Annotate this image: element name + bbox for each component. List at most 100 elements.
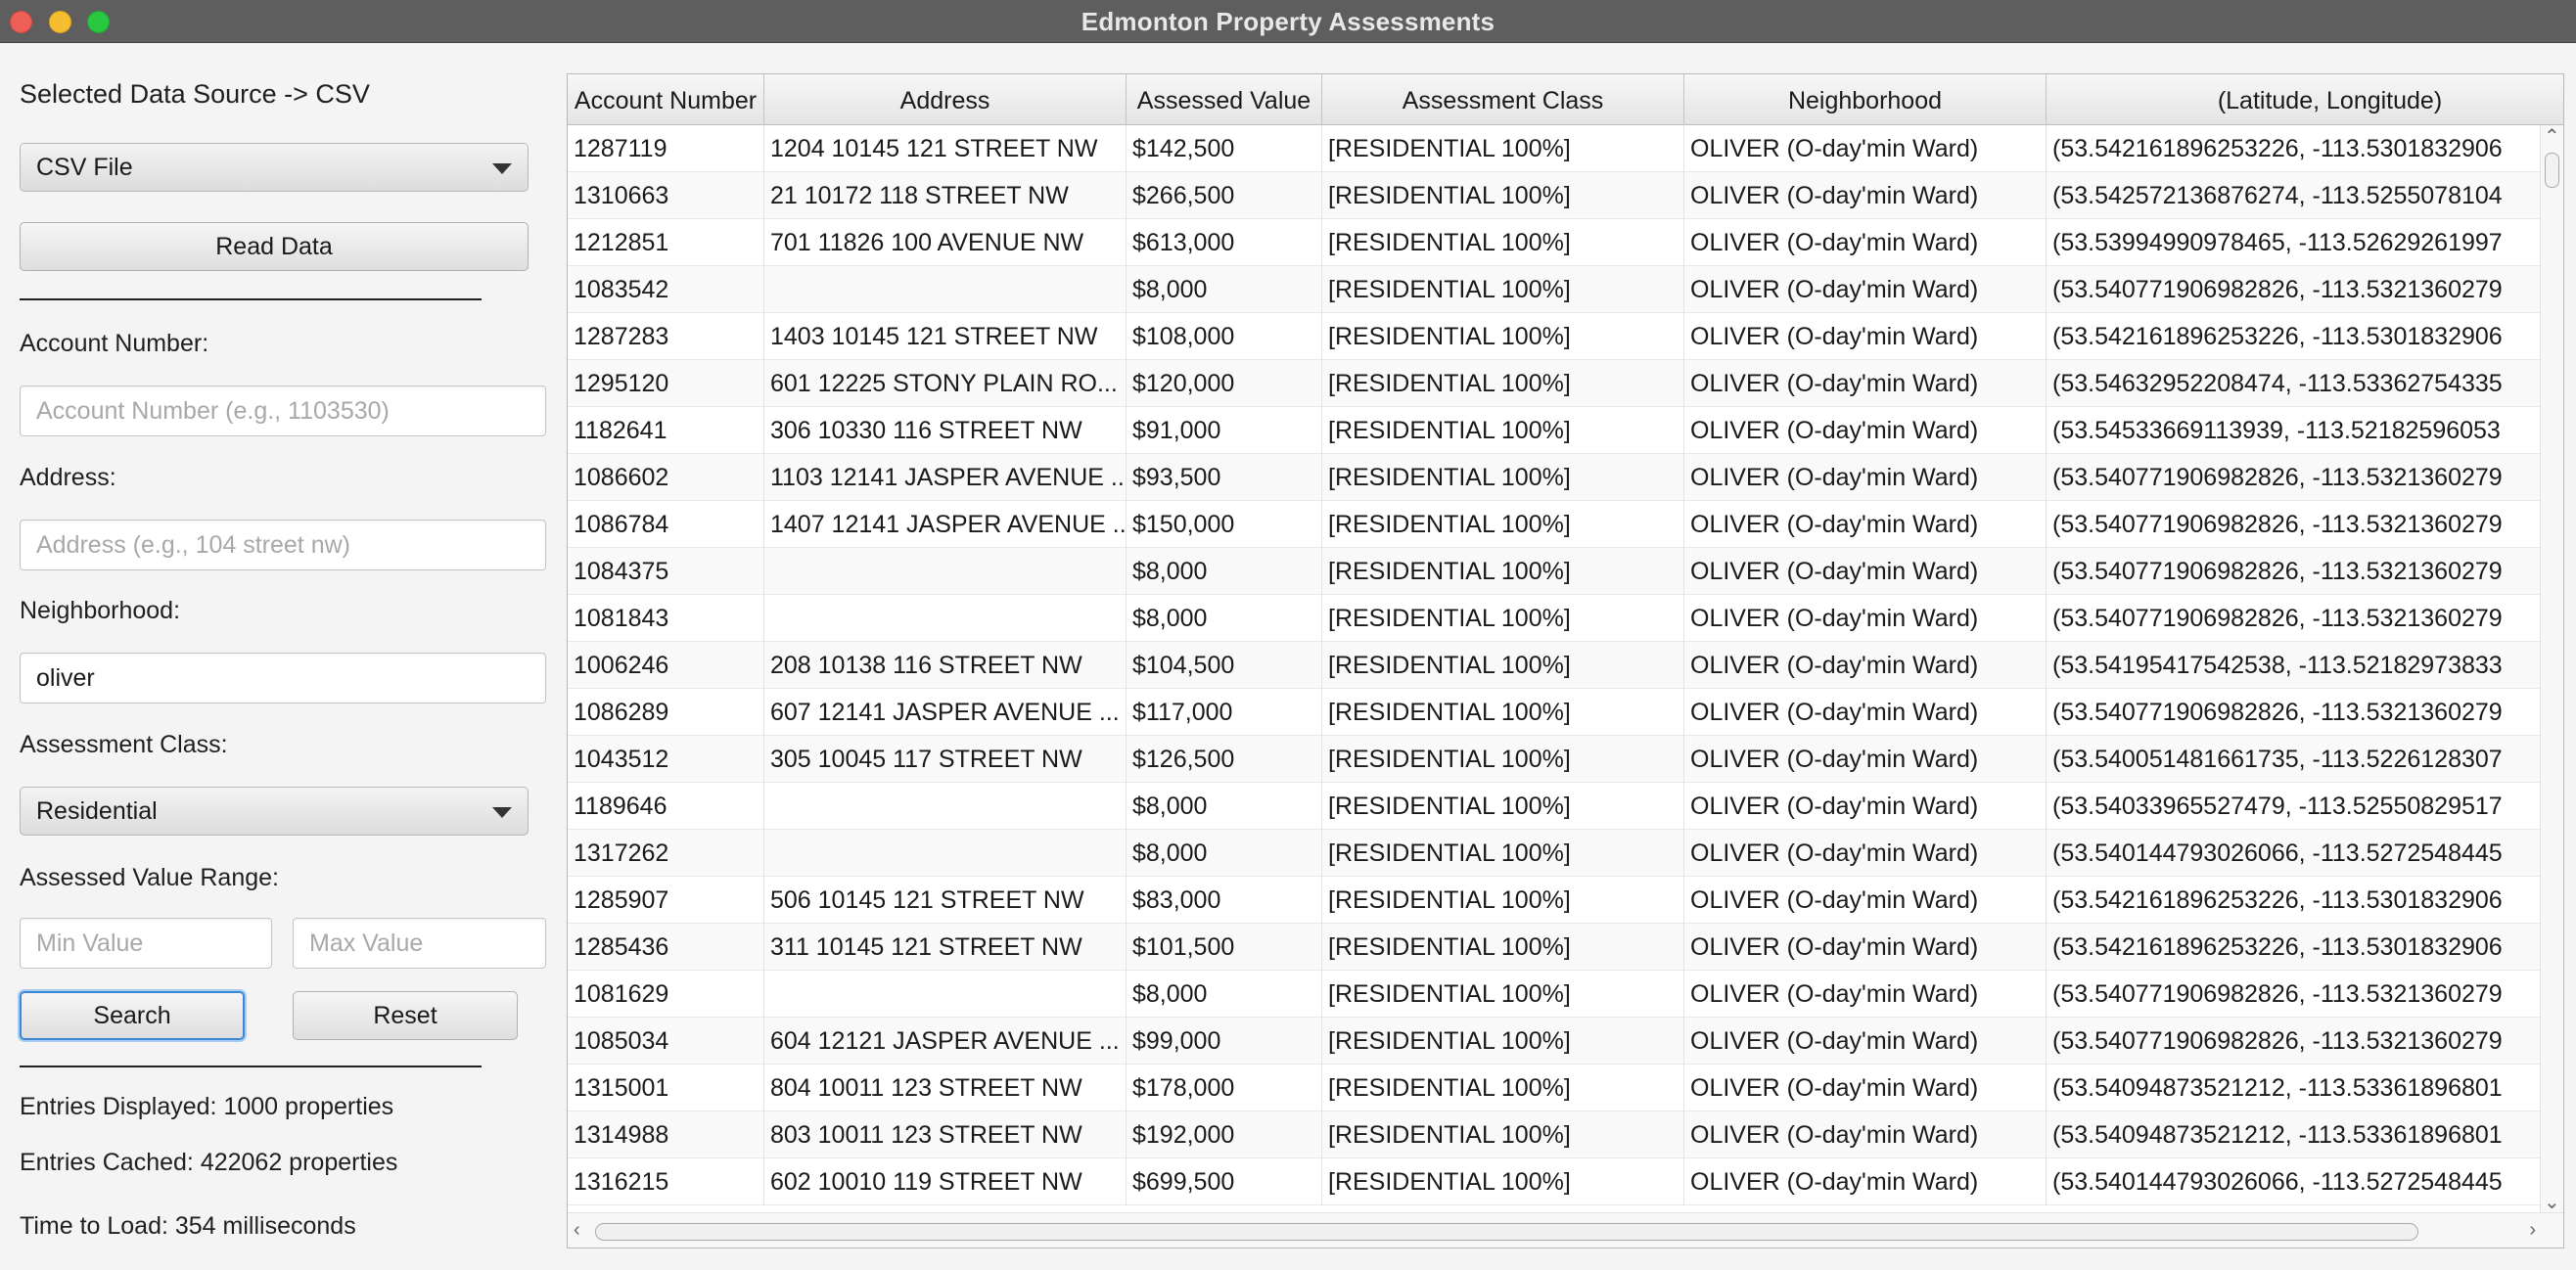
cell-assessed-value: $117,000: [1127, 689, 1322, 736]
assessment-class-select[interactable]: Residential: [20, 787, 529, 836]
cell-latitude-longitude: (53.542161896253226, -113.5301832906: [2047, 924, 2563, 971]
table-row[interactable]: 1189646 $8,000 [RESIDENTIAL 100%] OLIVER (O…: [568, 783, 2563, 830]
cell-latitude-longitude: (53.540771906982826, -113.5321360279: [2047, 1018, 2563, 1065]
vertical-scroll-thumb[interactable]: [2545, 153, 2559, 188]
table-row[interactable]: 1081629 $8,000 [RESIDENTIAL 100%] OLIVER (O…: [568, 971, 2563, 1018]
vertical-scrollbar[interactable]: ⌃ ⌄: [2540, 125, 2563, 1212]
cell-account-number: 1287119: [568, 125, 764, 172]
cell-neighborhood: OLIVER (O-day'min Ward): [1684, 689, 2047, 736]
scroll-down-arrow-icon[interactable]: ⌄: [2544, 1193, 2560, 1212]
cell-neighborhood: OLIVER (O-day'min Ward): [1684, 642, 2047, 689]
data-source-select[interactable]: CSV File: [20, 143, 529, 192]
table-row[interactable]: 1212851 701 11826 100 AVENUE NW $613,000 [R…: [568, 219, 2563, 266]
cell-assessed-value: $150,000: [1127, 501, 1322, 548]
cell-address: [764, 595, 1127, 642]
cell-neighborhood: OLIVER (O-day'min Ward): [1684, 313, 2047, 360]
cell-latitude-longitude: (53.54094873521212, -113.53361896801: [2047, 1111, 2563, 1158]
table-row[interactable]: 1085034 604 12121 JASPER AVENUE ... $99,00…: [568, 1018, 2563, 1065]
neighborhood-input[interactable]: oliver: [20, 653, 546, 703]
table-row[interactable]: 1295120 601 12225 STONY PLAIN RO... $120,0…: [568, 360, 2563, 407]
cell-assessment-class: [RESIDENTIAL 100%]: [1322, 125, 1684, 172]
table-row[interactable]: 1081843 $8,000 [RESIDENTIAL 100%] OLIVER (O…: [568, 595, 2563, 642]
table-row[interactable]: 1317262 $8,000 [RESIDENTIAL 100%] OLIVER (O…: [568, 830, 2563, 877]
cell-neighborhood: OLIVER (O-day'min Ward): [1684, 1111, 2047, 1158]
cell-assessment-class: [RESIDENTIAL 100%]: [1322, 642, 1684, 689]
cell-address: 804 10011 123 STREET NW: [764, 1065, 1127, 1111]
cell-assessment-class: [RESIDENTIAL 100%]: [1322, 454, 1684, 501]
cell-assessed-value: $108,000: [1127, 313, 1322, 360]
table-row[interactable]: 1315001 804 10011 123 STREET NW $178,000 [R…: [568, 1065, 2563, 1111]
column-header-assessed-value[interactable]: Assessed Value: [1127, 74, 1322, 125]
horizontal-scroll-thumb[interactable]: [595, 1223, 2418, 1241]
cell-latitude-longitude: (53.540771906982826, -113.5321360279: [2047, 266, 2563, 313]
column-header-address[interactable]: Address: [764, 74, 1127, 125]
cell-latitude-longitude: (53.540771906982826, -113.5321360279: [2047, 548, 2563, 595]
cell-address: [764, 783, 1127, 830]
cell-neighborhood: OLIVER (O-day'min Ward): [1684, 172, 2047, 219]
cell-assessed-value: $83,000: [1127, 877, 1322, 924]
address-label: Address:: [20, 464, 116, 491]
max-value-input[interactable]: Max Value: [293, 918, 546, 969]
cell-account-number: 1310663: [568, 172, 764, 219]
horizontal-scrollbar[interactable]: ‹ ›: [568, 1212, 2563, 1247]
cell-neighborhood: OLIVER (O-day'min Ward): [1684, 454, 2047, 501]
column-header-neighborhood[interactable]: Neighborhood: [1684, 74, 2047, 125]
cell-neighborhood: OLIVER (O-day'min Ward): [1684, 924, 2047, 971]
table-row[interactable]: 1043512 305 10045 117 STREET NW $126,500 [R…: [568, 736, 2563, 783]
table-row[interactable]: 1086602 1103 12141 JASPER AVENUE ... $93,5…: [568, 454, 2563, 501]
cell-address: 1103 12141 JASPER AVENUE ...: [764, 454, 1127, 501]
entries-cached-text: Entries Cached: 422062 properties: [20, 1149, 398, 1176]
column-header-account-number[interactable]: Account Number: [568, 74, 764, 125]
cell-neighborhood: OLIVER (O-day'min Ward): [1684, 548, 2047, 595]
column-header-assessment-class[interactable]: Assessment Class: [1322, 74, 1684, 125]
cell-latitude-longitude: (53.54094873521212, -113.53361896801: [2047, 1065, 2563, 1111]
scroll-up-arrow-icon[interactable]: ⌃: [2544, 127, 2560, 147]
cell-address: 601 12225 STONY PLAIN RO...: [764, 360, 1127, 407]
cell-assessment-class: [RESIDENTIAL 100%]: [1322, 1111, 1684, 1158]
cell-account-number: 1083542: [568, 266, 764, 313]
cell-latitude-longitude: (53.540771906982826, -113.5321360279: [2047, 454, 2563, 501]
search-button[interactable]: Search: [20, 991, 245, 1040]
cell-assessed-value: $8,000: [1127, 830, 1322, 877]
cell-account-number: 1295120: [568, 360, 764, 407]
cell-neighborhood: OLIVER (O-day'min Ward): [1684, 877, 2047, 924]
table-row[interactable]: 1287119 1204 10145 121 STREET NW $142,500[…: [568, 125, 2563, 172]
address-input[interactable]: Address (e.g., 104 street nw): [20, 520, 546, 570]
table-row[interactable]: 1086784 1407 12141 JASPER AVENUE ... $150,…: [568, 501, 2563, 548]
scroll-left-arrow-icon[interactable]: ‹: [574, 1220, 580, 1240]
cell-latitude-longitude: (53.54533669113939, -113.52182596053: [2047, 407, 2563, 454]
table-row[interactable]: 1285907 506 10145 121 STREET NW $83,000 [RE…: [568, 877, 2563, 924]
table-row[interactable]: 1084375 $8,000 [RESIDENTIAL 100%] OLIVER (O…: [568, 548, 2563, 595]
account-number-input[interactable]: Account Number (e.g., 1103530): [20, 386, 546, 436]
cell-assessment-class: [RESIDENTIAL 100%]: [1322, 407, 1684, 454]
results-table[interactable]: Account Number Address Assessed Value As…: [567, 73, 2564, 1248]
read-data-button[interactable]: Read Data: [20, 222, 529, 271]
cell-latitude-longitude: (53.542161896253226, -113.5301832906: [2047, 877, 2563, 924]
cell-account-number: 1287283: [568, 313, 764, 360]
table-row[interactable]: 1316215 602 10010 119 STREET NW $699,500 [R…: [568, 1158, 2563, 1205]
table-row[interactable]: 1310663 21 10172 118 STREET NW $266,500 [RE…: [568, 172, 2563, 219]
cell-assessment-class: [RESIDENTIAL 100%]: [1322, 595, 1684, 642]
cell-assessed-value: $8,000: [1127, 783, 1322, 830]
cell-account-number: 1006246: [568, 642, 764, 689]
table-row[interactable]: 1182641 306 10330 116 STREET NW $91,000 [RE…: [568, 407, 2563, 454]
scroll-right-arrow-icon[interactable]: ›: [2529, 1220, 2536, 1240]
table-row[interactable]: 1287283 1403 10145 121 STREET NW $108,000[…: [568, 313, 2563, 360]
cell-assessment-class: [RESIDENTIAL 100%]: [1322, 1158, 1684, 1205]
min-value-input[interactable]: Min Value: [20, 918, 272, 969]
chevron-down-icon: [492, 807, 512, 818]
table-row[interactable]: 1314988 803 10011 123 STREET NW $192,000 [R…: [568, 1111, 2563, 1158]
cell-neighborhood: OLIVER (O-day'min Ward): [1684, 830, 2047, 877]
reset-button[interactable]: Reset: [293, 991, 518, 1040]
cell-address: 311 10145 121 STREET NW: [764, 924, 1127, 971]
table-row[interactable]: 1006246 208 10138 116 STREET NW $104,500 [R…: [568, 642, 2563, 689]
table-row[interactable]: 1086289 607 12141 JASPER AVENUE ... $117,0…: [568, 689, 2563, 736]
time-to-load-text: Time to Load: 354 milliseconds: [20, 1212, 356, 1240]
cell-assessment-class: [RESIDENTIAL 100%]: [1322, 266, 1684, 313]
cell-account-number: 1086602: [568, 454, 764, 501]
cell-latitude-longitude: (53.542572136876274, -113.5255078104: [2047, 172, 2563, 219]
cell-assessed-value: $8,000: [1127, 971, 1322, 1018]
column-header-latitude-longitude[interactable]: (Latitude, Longitude): [2047, 74, 2563, 125]
table-row[interactable]: 1285436 311 10145 121 STREET NW $101,500 [R…: [568, 924, 2563, 971]
table-row[interactable]: 1083542 $8,000 [RESIDENTIAL 100%] OLIVER (O…: [568, 266, 2563, 313]
